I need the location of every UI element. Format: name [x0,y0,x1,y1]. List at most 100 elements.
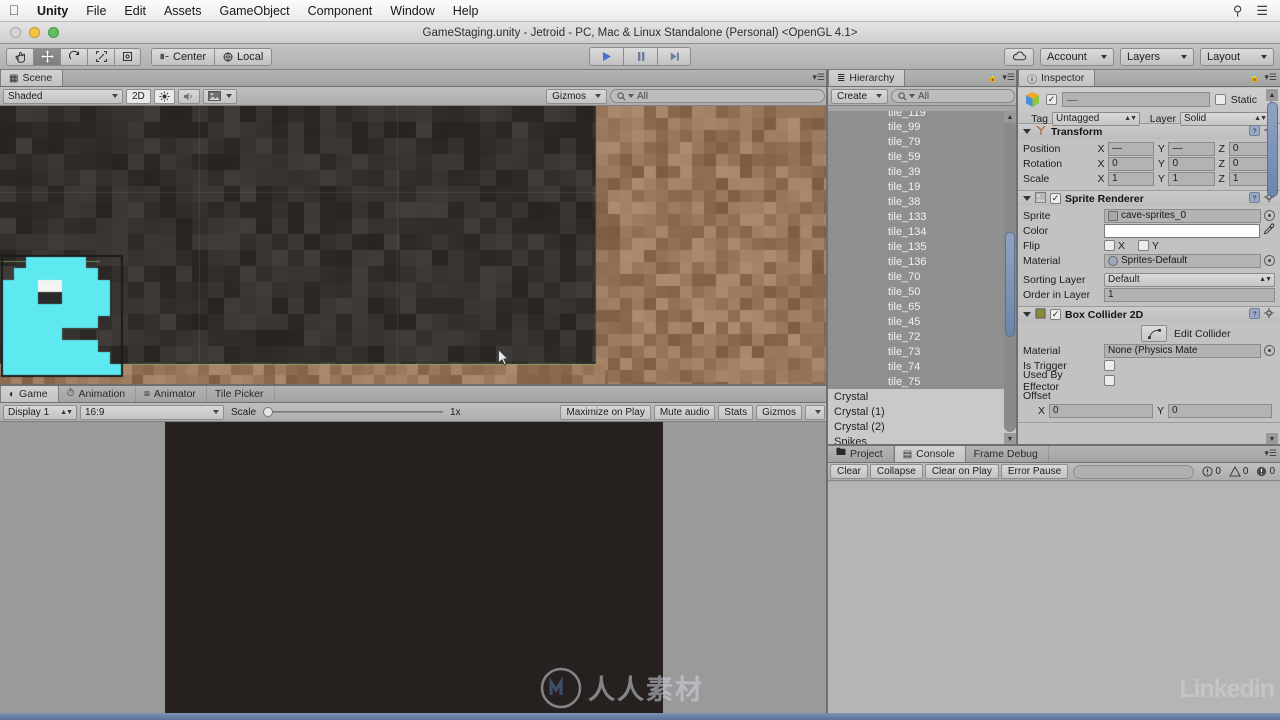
tab-animator[interactable]: ⧈ Animator [136,385,207,402]
color-swatch[interactable] [1104,223,1260,238]
create-button[interactable]: Create [831,88,889,104]
scale-y-input[interactable]: 1 [1168,171,1215,186]
toggle-lighting-button[interactable] [153,88,175,104]
hierarchy-row[interactable]: tile_39 [828,164,1018,179]
gameobject-enabled-checkbox[interactable]: ✓ [1046,94,1057,105]
layer-dropdown[interactable]: Solid ▲▼ [1180,111,1270,126]
scrollbar-thumb[interactable] [1005,232,1015,337]
edit-collider-button[interactable] [1141,325,1167,342]
play-button[interactable] [589,47,623,66]
tab-frame-debug[interactable]: Frame Debug [966,445,1049,462]
display-dropdown[interactable]: Display 1 ▲▼ [3,404,77,420]
panel-menu-icon[interactable]: ▾☰ [1002,72,1015,83]
rotation-y-input[interactable]: 0 [1168,156,1215,171]
hierarchy-row[interactable]: tile_65 [828,299,1018,314]
os-menu-item-assets[interactable]: Assets [155,0,211,22]
collapse-button[interactable]: Collapse [869,464,923,479]
clear-on-play-button[interactable]: Clear on Play [924,464,999,479]
scale-slider[interactable] [263,406,444,418]
game-canvas[interactable] [0,422,828,720]
hierarchy-row[interactable]: tile_99 [828,119,1018,134]
tab-animation[interactable]: ⏱ Animation [59,385,137,402]
hierarchy-list[interactable]: tile_119 tile_99 tile_79 tile_59 tile_39 tile… [828,111,1018,446]
hierarchy-row[interactable]: tile_75 [828,374,1018,389]
order-in-layer-input[interactable]: 1 [1104,287,1275,302]
hierarchy-row[interactable]: tile_70 [828,269,1018,284]
os-menu-item-help[interactable]: Help [444,0,488,22]
gameobject-name-input[interactable]: — [1062,92,1210,107]
flip-x-checkbox[interactable] [1104,240,1115,251]
inspector-scrollbar-thumb[interactable] [1267,102,1278,197]
panel-menu-icon[interactable]: ▾☰ [1264,72,1277,83]
pivot-mode-button[interactable]: Center [151,47,215,66]
log-count-group[interactable]: 0 [1199,466,1224,477]
offset-y-input[interactable]: 0 [1168,403,1272,418]
hierarchy-row[interactable]: Crystal (1) [828,404,1018,419]
step-button[interactable] [657,47,691,66]
foldout-icon[interactable] [1023,196,1031,201]
hierarchy-row[interactable]: tile_74 [828,359,1018,374]
os-menu-item-unity[interactable]: Unity [28,0,77,22]
os-menu-item-component[interactable]: Component [299,0,382,22]
inspector-scroll-up[interactable]: ▲ [1266,89,1278,101]
scene-canvas[interactable] [0,106,828,386]
tab-project[interactable]: 🖿 Project [828,445,894,462]
rotate-tool-button[interactable] [60,47,87,66]
scene-search-input[interactable]: All [610,89,825,103]
box-collider-header[interactable]: ✓ Box Collider 2D ? [1018,307,1280,322]
gizmos-options-button[interactable] [805,404,825,420]
shading-mode-dropdown[interactable]: Shaded [3,88,123,104]
help-icon[interactable]: ? [1249,191,1260,206]
foldout-icon[interactable] [1023,312,1031,317]
help-icon[interactable]: ? [1249,124,1260,139]
console-search-input[interactable] [1073,464,1195,479]
position-y-input[interactable]: — [1168,141,1215,156]
hierarchy-row[interactable]: tile_135 [828,239,1018,254]
box-collider-enabled-checkbox[interactable]: ✓ [1050,309,1061,320]
sprite-picker-button[interactable] [1264,210,1275,221]
hierarchy-row[interactable]: tile_59 [828,149,1018,164]
is-trigger-checkbox[interactable] [1104,360,1115,371]
hierarchy-row[interactable]: tile_133 [828,209,1018,224]
layout-button[interactable]: Layout [1200,47,1274,66]
tab-inspector[interactable]: ⓘ Inspector [1018,69,1096,86]
os-menu-item-gameobject[interactable]: GameObject [210,0,298,22]
aspect-dropdown[interactable]: 16:9 [80,404,224,420]
hierarchy-row[interactable]: tile_119 [828,111,1018,119]
search-icon[interactable]: ⚲ [1233,3,1243,19]
clear-button[interactable]: Clear [830,464,868,479]
splitter-vertical-right[interactable] [1016,70,1018,446]
stats-button[interactable]: Stats [718,404,754,420]
toggle-audio-button[interactable] [177,88,200,104]
static-checkbox[interactable] [1214,94,1226,105]
collider-material-field[interactable]: None (Physics Mate [1104,343,1261,358]
pause-button[interactable] [623,47,657,66]
sprite-renderer-header[interactable]: ✓ Sprite Renderer ? [1018,191,1280,206]
tab-tile-picker[interactable]: Tile Picker [207,385,275,402]
material-picker-button[interactable] [1264,255,1275,266]
material-object-field[interactable]: Sprites-Default [1104,253,1261,268]
rect-tool-button[interactable] [114,47,141,66]
toggle-effects-button[interactable] [202,88,237,104]
collider-material-picker-button[interactable] [1264,345,1275,356]
move-tool-button[interactable] [33,47,60,66]
transform-header[interactable]: Transform ? [1018,124,1280,139]
lock-icon[interactable]: 🔒 [987,72,998,83]
layers-button[interactable]: Layers [1120,47,1194,66]
used-by-effector-checkbox[interactable] [1104,375,1115,386]
hierarchy-row[interactable]: tile_19 [828,179,1018,194]
rotation-x-input[interactable]: 0 [1108,156,1155,171]
tab-console[interactable]: ▤ Console [893,445,966,462]
offset-x-input[interactable]: 0 [1049,403,1153,418]
scale-tool-button[interactable] [87,47,114,66]
os-menu-item-file[interactable]: File [77,0,115,22]
mute-audio-button[interactable]: Mute audio [653,404,716,420]
cloud-services-button[interactable] [1004,47,1034,66]
eyedropper-icon[interactable] [1263,223,1275,238]
foldout-icon[interactable] [1023,129,1031,134]
tab-hierarchy[interactable]: ≣ Hierarchy [828,69,906,86]
hierarchy-row[interactable]: tile_136 [828,254,1018,269]
panel-menu-icon[interactable]: ▾☰ [1264,448,1277,459]
tag-dropdown[interactable]: Untagged ▲▼ [1052,111,1140,126]
hierarchy-row[interactable]: tile_134 [828,224,1018,239]
